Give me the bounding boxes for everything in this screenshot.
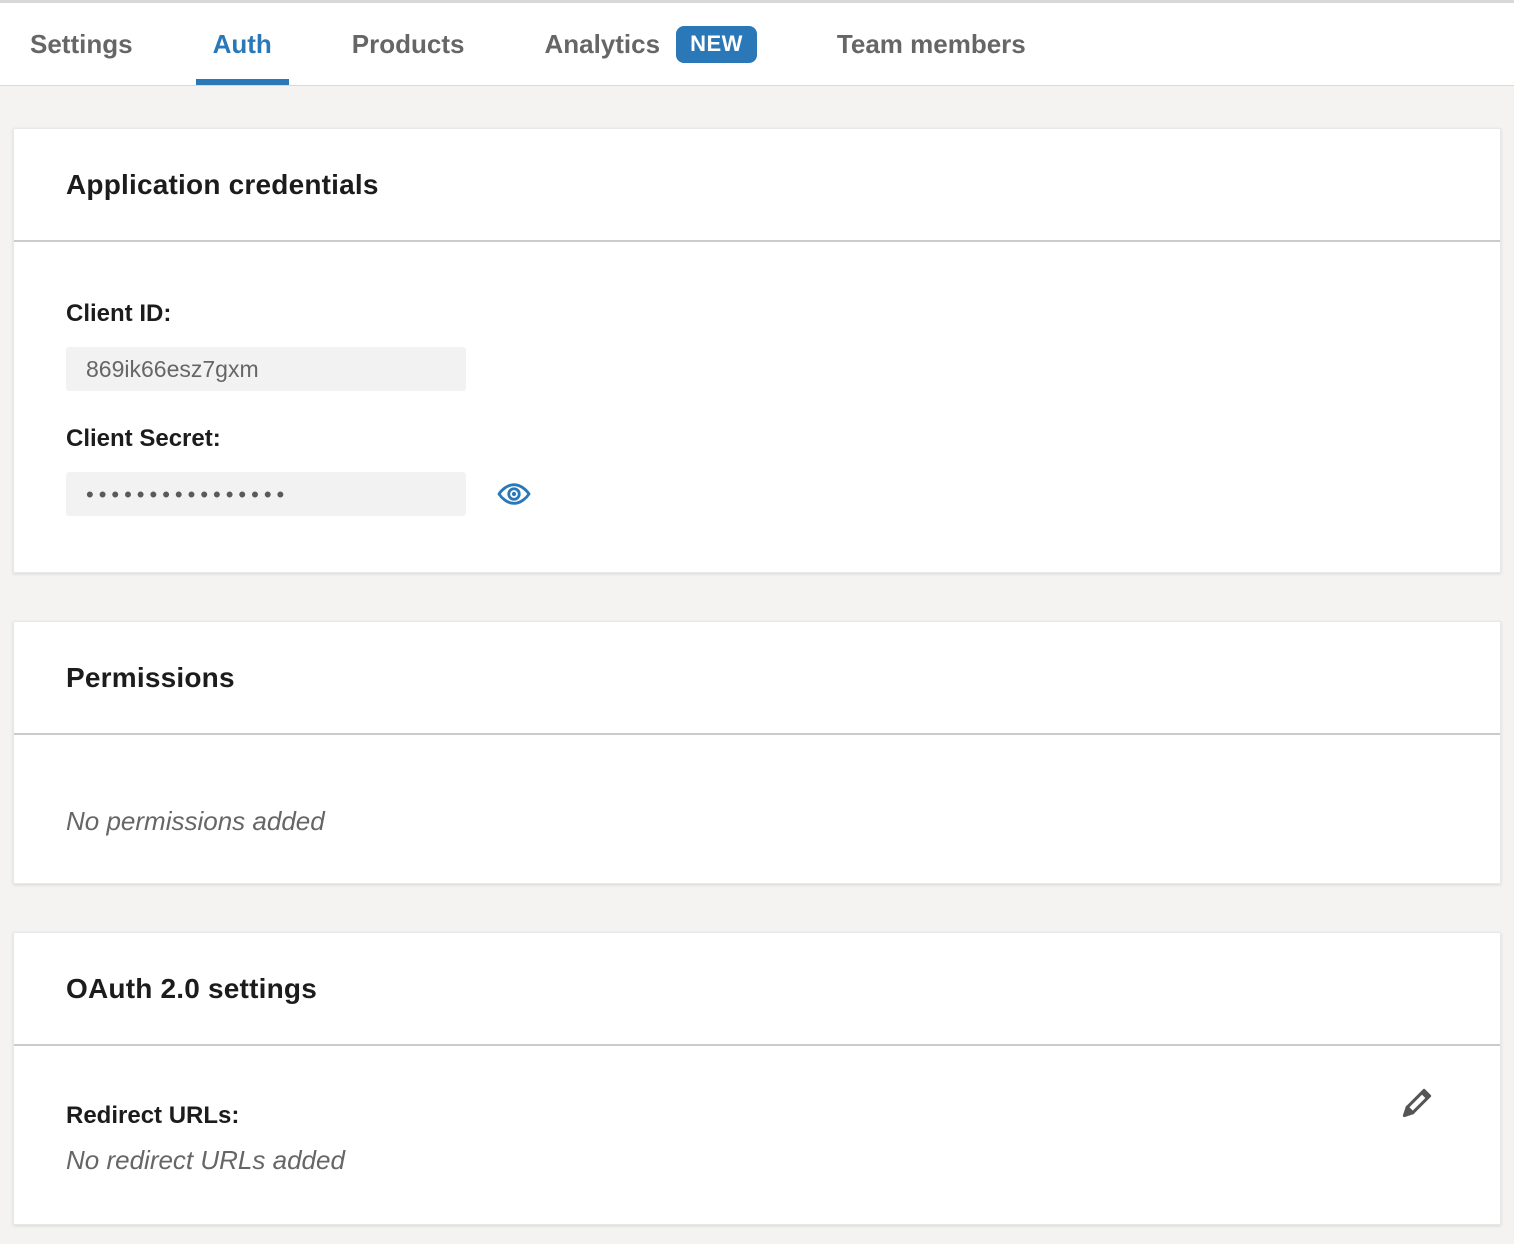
client-id-field[interactable]: 869ik66esz7gxm bbox=[66, 347, 466, 391]
oauth-settings-header: OAuth 2.0 settings bbox=[14, 933, 1500, 1046]
tab-analytics-label: Analytics bbox=[544, 29, 660, 60]
client-secret-label: Client Secret: bbox=[66, 425, 1448, 453]
tab-bar: Settings Auth Products Analytics NEW Tea… bbox=[0, 0, 1514, 86]
permissions-header: Permissions bbox=[14, 622, 1500, 735]
reveal-secret-button[interactable] bbox=[497, 477, 531, 511]
oauth-settings-card: OAuth 2.0 settings Redirect URLs: No red… bbox=[13, 932, 1501, 1225]
tab-team-members[interactable]: Team members bbox=[837, 3, 1026, 85]
application-credentials-header: Application credentials bbox=[14, 129, 1500, 242]
tab-analytics[interactable]: Analytics NEW bbox=[544, 3, 756, 85]
redirect-urls-label: Redirect URLs: bbox=[66, 1102, 1448, 1130]
tab-auth[interactable]: Auth bbox=[213, 3, 272, 85]
application-credentials-body: Client ID: 869ik66esz7gxm Client Secret:… bbox=[14, 242, 1500, 572]
permissions-body: No permissions added bbox=[14, 735, 1500, 883]
permissions-title: Permissions bbox=[66, 662, 235, 694]
application-credentials-title: Application credentials bbox=[66, 169, 379, 201]
tab-settings[interactable]: Settings bbox=[30, 3, 133, 85]
permissions-card: Permissions No permissions added bbox=[13, 621, 1501, 884]
new-badge: NEW bbox=[676, 26, 757, 63]
tab-products[interactable]: Products bbox=[352, 3, 465, 85]
pencil-icon bbox=[1396, 1112, 1440, 1127]
eye-icon bbox=[497, 499, 531, 514]
redirect-urls-empty-message: No redirect URLs added bbox=[66, 1144, 1448, 1176]
edit-redirect-urls-button[interactable] bbox=[1396, 1080, 1440, 1124]
application-credentials-card: Application credentials Client ID: 869ik… bbox=[13, 128, 1501, 573]
client-secret-row: •••••••••••••••• bbox=[66, 472, 1448, 516]
client-secret-field[interactable]: •••••••••••••••• bbox=[66, 472, 466, 516]
client-secret-masked-value: •••••••••••••••• bbox=[86, 480, 289, 508]
oauth-settings-body: Redirect URLs: No redirect URLs added bbox=[14, 1046, 1500, 1224]
permissions-empty-message: No permissions added bbox=[66, 805, 1448, 837]
client-id-label: Client ID: bbox=[66, 300, 1448, 328]
oauth-settings-title: OAuth 2.0 settings bbox=[66, 973, 317, 1005]
